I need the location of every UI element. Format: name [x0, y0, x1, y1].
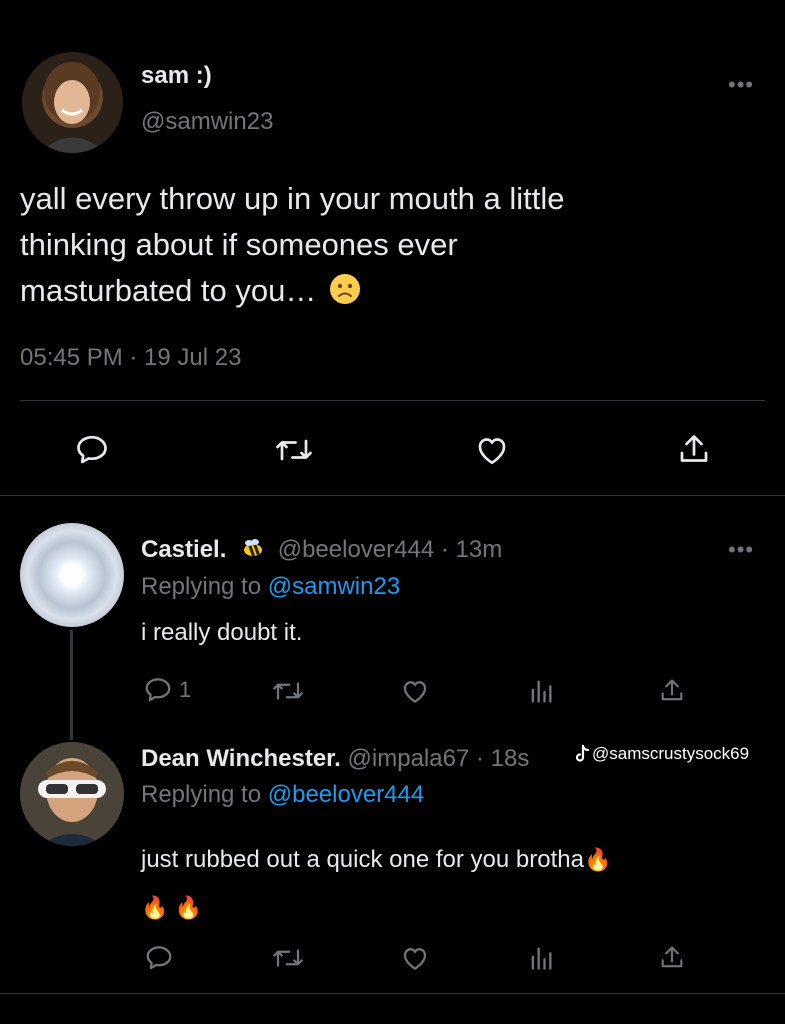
reply-time: · 13m [440, 536, 503, 563]
replying-to: Replying to @beelover444 [141, 781, 424, 809]
replying-to-label: Replying to [141, 573, 262, 600]
replying-to: Replying to @samwin23 [141, 573, 400, 601]
reply-text-content: just rubbed out a quick one for you brot… [141, 846, 584, 873]
more-options-icon[interactable]: ••• [728, 539, 754, 561]
handle[interactable]: @samwin23 [141, 108, 273, 136]
fire-emoji: 🔥 [583, 847, 612, 872]
display-name[interactable]: sam :) [141, 62, 212, 90]
divider [0, 993, 785, 994]
tweet-text-line: thinking about if someones ever [20, 227, 458, 262]
like-icon[interactable] [398, 942, 432, 974]
frowning-face-emoji [330, 274, 361, 304]
handle[interactable]: @beelover444 [278, 536, 434, 563]
timestamp[interactable]: 05:45 PM · 19 Jul 23 [20, 344, 241, 372]
tweet-text-line: yall every throw up in your mouth a litt… [20, 181, 565, 216]
replying-to-link[interactable]: @beelover444 [268, 781, 424, 808]
analytics-icon[interactable] [526, 675, 556, 707]
replying-to-label: Replying to [141, 781, 262, 808]
tweet-text-line: masturbated to you… [20, 268, 760, 314]
share-icon[interactable] [674, 430, 714, 470]
reply-icon[interactable] [143, 675, 173, 705]
avatar-photo [40, 62, 106, 153]
handle[interactable]: @impala67 [348, 745, 470, 772]
divider [0, 495, 785, 496]
avatar[interactable] [20, 523, 124, 627]
reply-text-line: just rubbed out a quick one for you brot… [141, 836, 611, 884]
reply-count: 1 [179, 677, 192, 702]
watermark-text: @samscrustysock69 [592, 744, 750, 763]
tiktok-watermark: @samscrustysock69 [574, 744, 749, 764]
divider [20, 400, 765, 401]
reply-action[interactable]: 1 [143, 675, 191, 705]
reply-icon[interactable] [72, 430, 112, 470]
replying-to-link[interactable]: @samwin23 [268, 573, 400, 600]
retweet-icon[interactable] [272, 430, 316, 470]
more-options-icon[interactable]: ••• [728, 74, 754, 96]
reply-time: · 18s [475, 745, 530, 772]
reply-header: Dean Winchester. @impala67 · 18s [141, 745, 529, 773]
retweet-icon[interactable] [270, 675, 306, 707]
retweet-icon[interactable] [270, 942, 306, 974]
tweet-text: yall every throw up in your mouth a litt… [20, 176, 760, 314]
tweet-text-line-end: masturbated to you… [20, 273, 317, 308]
bee-emoji [244, 539, 263, 557]
like-icon[interactable] [472, 430, 512, 470]
share-icon[interactable] [657, 942, 687, 974]
avatar[interactable] [20, 742, 124, 846]
avatar[interactable] [22, 52, 123, 153]
like-icon[interactable] [398, 675, 432, 707]
thread-line [70, 630, 73, 740]
analytics-icon[interactable] [526, 942, 556, 974]
display-name[interactable]: Dean Winchester. [141, 745, 341, 772]
reply-icon[interactable] [142, 942, 176, 974]
tiktok-icon [575, 745, 590, 762]
display-name[interactable]: Castiel. [141, 536, 226, 563]
reply-header: Castiel. @beelover444 · 13m [141, 535, 502, 564]
reply-text: just rubbed out a quick one for you brot… [141, 836, 611, 932]
reply-text: i really doubt it. [141, 619, 303, 646]
avatar-photo [20, 742, 124, 846]
share-icon[interactable] [657, 675, 687, 707]
fire-emojis: 🔥 🔥 [141, 895, 202, 920]
